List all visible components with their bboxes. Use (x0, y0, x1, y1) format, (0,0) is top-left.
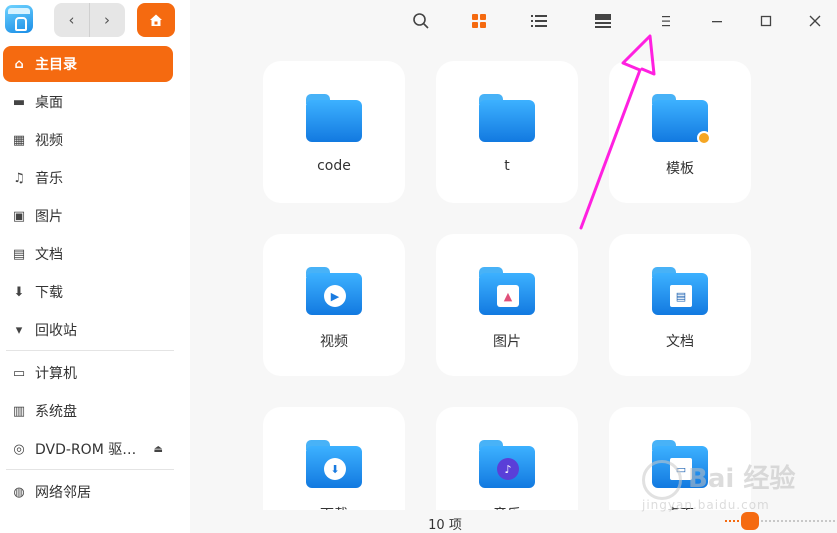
breadcrumb-home-button[interactable] (137, 3, 175, 37)
picture-icon: ▣ (12, 208, 26, 224)
file-item-music[interactable]: ♪ 音乐 (436, 407, 578, 510)
desktop-icon: ▬ (12, 94, 26, 110)
folder-icon (479, 94, 535, 142)
video-folder-icon: ▶ (306, 267, 362, 315)
file-view: code t 模板 ▶ 视频 ▲ 图片 ▤ 文档 ⬇ 下载 ♪ (190, 44, 837, 510)
sidebar-item-label: 桌面 (35, 95, 63, 111)
watermark-title: Bai 经验 (688, 464, 796, 494)
column-view-icon (595, 14, 611, 28)
sidebar-item-dvd[interactable]: ◎ DVD-ROM 驱… ⏏ (3, 431, 173, 467)
sidebar-item-label: 图片 (35, 209, 63, 225)
maximize-button[interactable] (753, 8, 779, 34)
music-folder-icon: ♪ (479, 440, 535, 488)
sidebar-item-computer[interactable]: ▭ 计算机 (3, 355, 173, 391)
close-button[interactable] (802, 8, 828, 34)
document-icon: ▤ (670, 285, 692, 307)
sidebar-divider (6, 469, 174, 470)
app-logo-icon (5, 5, 33, 33)
file-item-templates[interactable]: 模板 (609, 61, 751, 203)
minimize-icon (712, 21, 722, 23)
picture-folder-icon: ▲ (479, 267, 535, 315)
file-name: 文档 (666, 334, 694, 350)
file-name: 视频 (320, 334, 348, 350)
sidebar-item-label: 视频 (35, 133, 63, 149)
sidebar-item-documents[interactable]: ▤ 文档 (3, 236, 173, 272)
file-item-videos[interactable]: ▶ 视频 (263, 234, 405, 376)
folder-icon (306, 94, 362, 142)
sidebar-item-label: 音乐 (35, 171, 63, 187)
folder-icon (652, 94, 711, 145)
main-menu-button[interactable] (653, 8, 679, 34)
eject-icon[interactable]: ⏏ (154, 444, 163, 455)
computer-icon: ▭ (12, 365, 26, 381)
minimize-button[interactable] (704, 8, 730, 34)
sidebar-item-downloads[interactable]: ⬇ 下载 (3, 274, 173, 310)
list-view-icon (531, 15, 547, 27)
music-icon: ♫ (13, 170, 25, 186)
file-item-t[interactable]: t (436, 61, 578, 203)
sidebar-item-label: 系统盘 (35, 404, 77, 420)
network-icon: ◍ (13, 484, 25, 500)
list-view-button[interactable] (526, 8, 552, 34)
search-icon (413, 13, 429, 29)
image-icon: ▲ (497, 285, 519, 307)
grid-view-icon (472, 14, 486, 28)
maximize-icon (760, 15, 772, 27)
sidebar-item-pictures[interactable]: ▣ 图片 (3, 198, 173, 234)
forward-button[interactable]: › (89, 3, 124, 37)
sidebar-divider (6, 350, 174, 351)
sidebar-item-label: 文档 (35, 247, 63, 263)
detail-view-button[interactable] (590, 8, 616, 34)
sidebar-item-label: 下载 (35, 285, 63, 301)
file-name: 模板 (666, 161, 694, 177)
sidebar-item-label: 网络邻居 (35, 485, 91, 501)
file-item-documents[interactable]: ▤ 文档 (609, 234, 751, 376)
sidebar-item-label: DVD-ROM 驱… (35, 442, 137, 458)
file-name: code (317, 158, 351, 174)
lock-icon (697, 131, 711, 145)
sidebar-item-music[interactable]: ♫ 音乐 (3, 160, 173, 196)
paw-logo-icon (642, 460, 682, 500)
watermark-url: jingyan.baidu.com (642, 498, 770, 512)
baidu-watermark: Bai 经验 jingyan.baidu.com (642, 458, 802, 518)
icon-view-button[interactable] (466, 8, 492, 34)
file-name: 图片 (493, 334, 521, 350)
download-icon: ⬇ (324, 458, 346, 480)
home-icon (150, 14, 162, 26)
search-button[interactable] (408, 8, 434, 34)
sidebar-item-label: 计算机 (35, 366, 77, 382)
file-name: t (504, 158, 510, 174)
sidebar-item-home[interactable]: ⌂ 主目录 (3, 46, 173, 82)
sidebar: ⌂ 主目录 ▬ 桌面 ▦ 视频 ♫ 音乐 ▣ 图片 ▤ 文档 ⬇ 下载 ▾ 回收… (0, 0, 190, 533)
file-item-code[interactable]: code (263, 61, 405, 203)
video-icon: ▦ (12, 132, 26, 148)
chevron-left-icon: ‹ (68, 11, 75, 29)
sidebar-item-desktop[interactable]: ▬ 桌面 (3, 84, 173, 120)
item-count: 10 项 (428, 518, 462, 533)
download-icon: ⬇ (13, 284, 25, 300)
chevron-right-icon: › (104, 11, 110, 29)
file-item-pictures[interactable]: ▲ 图片 (436, 234, 578, 376)
download-folder-icon: ⬇ (306, 440, 362, 488)
play-icon: ▶ (324, 285, 346, 307)
history-nav: ‹ › (54, 3, 125, 37)
document-folder-icon: ▤ (652, 267, 708, 315)
home-icon: ⌂ (14, 56, 24, 72)
document-icon: ▤ (12, 246, 26, 262)
sidebar-item-label: 回收站 (35, 323, 77, 339)
sidebar-item-system-disk[interactable]: ▥ 系统盘 (3, 393, 173, 429)
music-note-icon: ♪ (497, 458, 519, 480)
sidebar-item-network[interactable]: ◍ 网络邻居 (3, 474, 173, 510)
sidebar-item-videos[interactable]: ▦ 视频 (3, 122, 173, 158)
file-item-downloads[interactable]: ⬇ 下载 (263, 407, 405, 510)
back-button[interactable]: ‹ (54, 3, 89, 37)
close-icon (809, 15, 821, 27)
sidebar-item-trash[interactable]: ▾ 回收站 (3, 312, 173, 348)
menu-icon (662, 16, 670, 27)
disk-icon: ▥ (12, 403, 26, 419)
sidebar-item-label: 主目录 (35, 57, 77, 73)
trash-icon: ▾ (15, 322, 23, 338)
dvd-icon: ◎ (13, 441, 25, 457)
